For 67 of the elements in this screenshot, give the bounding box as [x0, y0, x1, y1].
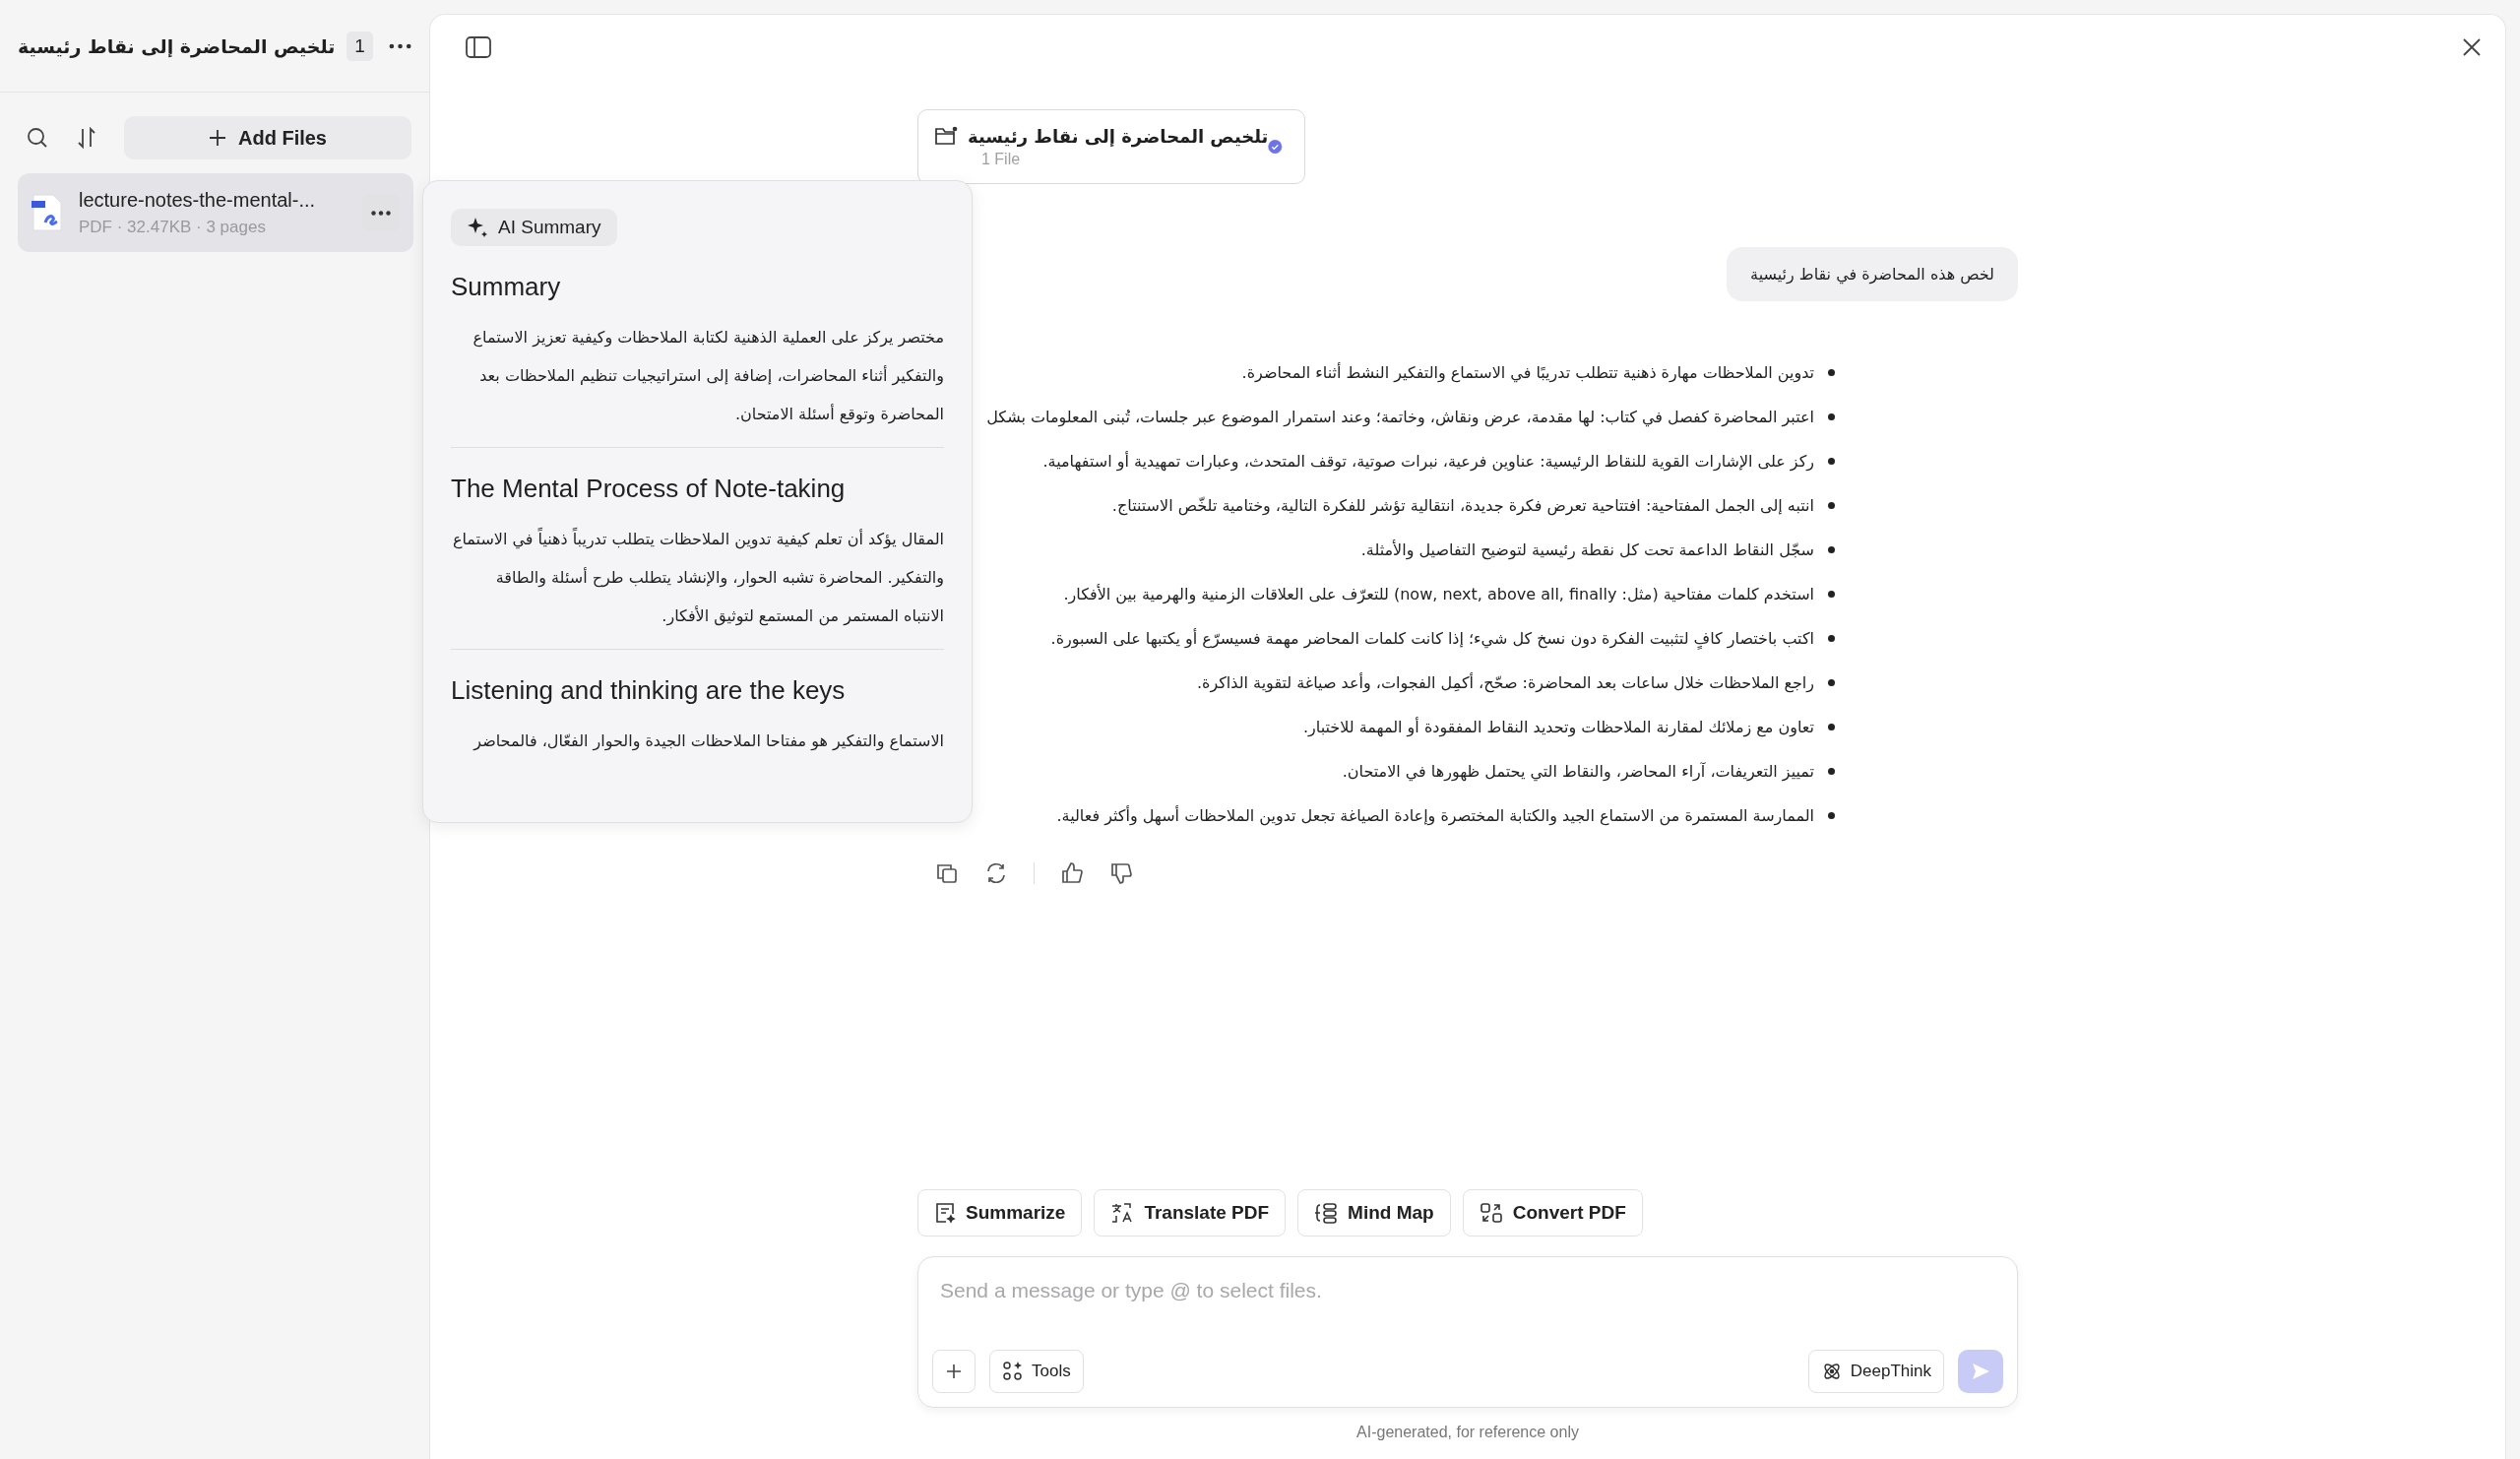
answer-point: تدوين الملاحظات مهارة ذهنية تتطلب تدريبًا في الاستماع والتفكير النشط أثناء المحاضرة.: [1241, 363, 1814, 382]
bullet-dot: [1828, 635, 1835, 642]
folder-subtitle: 1 File: [980, 150, 1022, 168]
bullet-dot: [1828, 812, 1835, 819]
deepthink-button[interactable]: DeepThink: [1807, 1350, 1944, 1393]
bullet-dot: [1828, 679, 1835, 686]
summary-paragraph: الاستماع والتفكير هو مفتاحا الملاحظات الجيدة والحوار الفعّال، فالمحاضر: [472, 730, 944, 753]
answer-point: راجع الملاحظات خلال ساعات بعد المحاضرة: صحّح، أكمِل الفجوات، وأعد صياغة لتقوية الذاكرة.: [1196, 673, 1814, 692]
answer-point: سجّل النقاط الداعمة تحت كل نقطة رئيسية لتوضيح التفاصيل والأمثلة.: [1360, 540, 1814, 559]
sidebar-toggle-icon[interactable]: [466, 36, 491, 58]
regenerate-icon[interactable]: [984, 861, 1008, 885]
answer-point: استخدم كلمات مفتاحية (مثل: now, next, above all, finally) للتعرّف على العلاقات الزمنية والهرمية بين الأفكار.: [1063, 585, 1814, 603]
file-more-button[interactable]: [362, 194, 400, 231]
folder-icon: [934, 126, 958, 146]
copy-icon[interactable]: [935, 861, 959, 885]
file-meta: PDF · 32.47KB · 3 pages: [79, 217, 267, 237]
mindmap-button[interactable]: Mind Map: [1297, 1189, 1451, 1237]
mind-map-icon: [1314, 1202, 1339, 1224]
file-item[interactable]: lecture-notes-the-mental-... PDF · 32.47KB · 3 pages: [18, 173, 413, 252]
chat-title: تلخيص المحاضرة إلى نقاط رئيسية: [18, 34, 336, 57]
translate-icon: [1110, 1202, 1135, 1224]
file-name: lecture-notes-the-mental-...: [79, 188, 317, 212]
convert-icon: [1479, 1202, 1503, 1224]
plus-icon: [945, 1363, 963, 1380]
close-icon[interactable]: [2462, 37, 2482, 57]
bullet-dot: [1828, 413, 1835, 420]
answer-point: اعتبر المحاضرة كفصل في كتاب: لها مقدمة، عرض ونقاش، وخاتمة؛ وعند استمرار الموضوع عبر جلسات، تُبنى المعلومات بشكل: [986, 408, 1814, 426]
tools-button[interactable]: Tools: [989, 1350, 1084, 1393]
folder-title: تلخيص المحاضرة إلى نقاط رئيسية: [968, 125, 1269, 147]
more-icon: [371, 210, 391, 216]
plus-icon: [209, 129, 226, 147]
search-icon[interactable]: [26, 126, 49, 150]
bullet-dot: [1828, 458, 1835, 465]
answer-point: ركز على الإشارات القوية للنقاط الرئيسية: عناوين فرعية، نبرات صوتية، توقف المتحدث، وعبارات تمهيدية أو استفهامية.: [1042, 452, 1814, 471]
badge-label: AI Summary: [498, 217, 601, 238]
add-files-button[interactable]: Add Files: [124, 116, 411, 159]
disclaimer: AI-generated, for reference only: [1355, 1423, 1580, 1442]
answer-point: الممارسة المستمرة من الاستماع الجيد والكتابة المختصرة وإعادة الصياغة تجعل تدوين الملاحظات أسهل وأكثر فعالية.: [1056, 806, 1814, 825]
bullet-dot: [1828, 591, 1835, 598]
bullet-dot: [1828, 724, 1835, 730]
user-message: لخص هذه المحاضرة في نقاط رئيسية: [1727, 247, 2018, 301]
thumbs-down-icon[interactable]: [1109, 861, 1133, 885]
summarize-button[interactable]: Summarize: [917, 1189, 1083, 1237]
answer-point: اكتب باختصار كافٍ لتثبيت الفكرة دون نسخ كل شيء؛ إذا كانت كلمات المحاضر مهمة فسيسرّع أو يكتبها على السبورة.: [1050, 629, 1814, 648]
answer-point: تعاون مع زملائك لمقارنة الملاحظات وتحديد النقاط المفقودة أو المهمة للاختبار.: [1303, 718, 1814, 736]
answer-point: انتبه إلى الجمل المفتاحية: افتتاحية تعرض فكرة جديدة، انتقالية تؤشر للفكرة التالية، وختامية تلخّص الاستنتاج.: [1111, 496, 1814, 515]
summary-heading: Listening and thinking are the keys: [451, 675, 847, 706]
tools-icon: [1002, 1361, 1024, 1382]
pdf-file-icon: [32, 193, 63, 232]
more-icon[interactable]: [388, 42, 411, 49]
bullet-dot: [1828, 546, 1835, 553]
send-icon: [1970, 1361, 1991, 1382]
summary-paragraph: المقال يؤكد أن تعلم كيفية تدوين الملاحظات يتطلب تدريباً ذهنياً في الاستماع والتفكير. المحاضرة تشبه الحوار، والإنشاد يتطلب طرح أسئلة والطاقة الانتباه المستمر من المستمع لتوثيق الأفكار.: [451, 527, 944, 628]
answer-point: تمييز التعريفات، آراء المحاضر، والنقاط التي يحتمل ظهورها في الامتحان.: [1342, 762, 1814, 781]
summary-paragraph: مختصر يركز على العملية الذهنية لكتابة الملاحظات وكيفية تعزيز الاستماع والتفكير أثناء المحاضرات، إضافة إلى استراتيجيات تنظيم الملاحظات بعد المحاضرة وتوقع أسئلة الامتحان.: [472, 327, 944, 426]
bullet-dot: [1828, 502, 1835, 509]
translate-button[interactable]: Translate PDF: [1094, 1189, 1287, 1237]
thumbs-up-icon[interactable]: [1060, 861, 1084, 885]
sparkle-icon: [467, 217, 488, 238]
summary-heading: Summary: [451, 272, 562, 302]
bullet-dot: [1828, 768, 1835, 775]
convert-button[interactable]: Convert PDF: [1462, 1189, 1643, 1237]
document-sparkle-icon: [934, 1202, 956, 1224]
bullet-dot: [1828, 369, 1835, 376]
file-count-badge: 1: [346, 31, 373, 61]
summary-heading: The Mental Process of Note-taking: [451, 474, 847, 504]
add-button[interactable]: [932, 1350, 976, 1393]
